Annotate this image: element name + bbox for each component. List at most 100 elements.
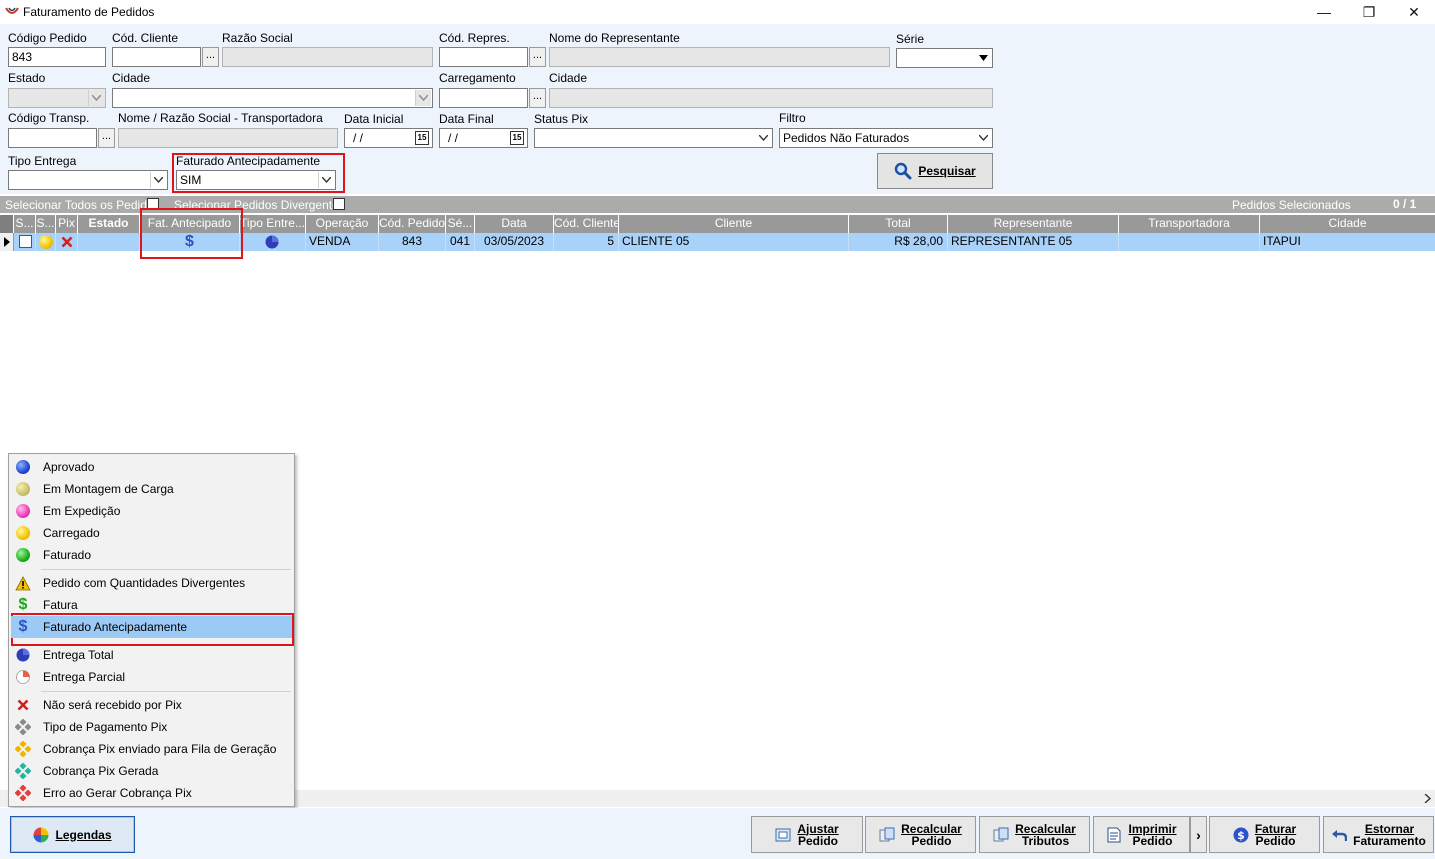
legend-item-faturado-antecipadamente[interactable]: $ Faturado Antecipadamente [11,616,292,638]
window-title: Faturamento de Pedidos [23,5,155,19]
color-wheel-icon [33,827,49,842]
tipo-entrega-select[interactable] [8,170,168,190]
legend-item-entrega-total[interactable]: Entrega Total [11,644,292,666]
pie-partial-icon [16,670,30,684]
legend-item-em-expedicao[interactable]: Em Expedição [11,500,292,522]
chevron-down-icon [150,172,166,188]
recalcular-tributos-button[interactable]: Recalcular Tributos [979,816,1090,853]
legend-item-pix-erro[interactable]: Erro ao Gerar Cobrança Pix [11,782,292,804]
recalcular-pedido-button[interactable]: Recalcular Pedido [865,816,976,853]
adjust-icon [775,828,791,841]
faturado-antecip-value: SIM [180,173,202,187]
row-select-cell[interactable] [14,233,36,251]
col-header-cidade[interactable]: Cidade [1260,215,1435,233]
legend-item-pix-gerada[interactable]: Cobrança Pix Gerada [11,760,292,782]
codigo-transp-label: Código Transp. [8,111,90,125]
tipo-entrega-label: Tipo Entrega [8,154,77,168]
col-header-cod-pedido[interactable]: Cód. Pedido [379,215,446,233]
legend-item-faturado[interactable]: Faturado [11,544,292,566]
col-header-status[interactable]: S... [36,215,56,233]
col-header-select[interactable]: S... [14,215,36,233]
cod-cliente-label: Cód. Cliente [112,31,179,45]
legend-item-divergentes[interactable]: Pedido com Quantidades Divergentes [11,572,292,594]
cod-repres-input[interactable] [439,47,528,67]
legend-item-entrega-parcial[interactable]: Entrega Parcial [11,666,292,688]
serie-select[interactable] [896,48,993,68]
col-header-serie[interactable]: Sé... [446,215,475,233]
recalculate-icon [993,827,1009,841]
razao-social-field [222,47,433,67]
legendas-button[interactable]: Legendas [10,816,135,853]
calendar-icon[interactable]: 15 [415,131,429,145]
legend-item-em-montagem[interactable]: Em Montagem de Carga [11,478,292,500]
col-header-representante[interactable]: Representante [948,215,1119,233]
row-select-checkbox[interactable] [19,235,32,248]
legend-label: Entrega Total [43,648,114,662]
ajustar-pedido-button[interactable]: Ajustar Pedido [751,816,863,853]
legend-label: Erro ao Gerar Cobrança Pix [43,786,192,800]
ajustar-label-2: Pedido [797,833,838,848]
carregamento-search-button[interactable]: ... [529,88,546,108]
row-tipo-entrega-cell [240,233,306,251]
faturar-label-2: Pedido [1255,833,1296,848]
row-cliente: CLIENTE 05 [619,233,849,251]
maximize-button[interactable]: ❐ [1346,0,1392,24]
status-pix-select[interactable] [534,128,773,148]
legend-item-tipo-pix[interactable]: Tipo de Pagamento Pix [11,716,292,738]
cod-cliente-input[interactable] [112,47,201,67]
estado-select[interactable] [8,88,106,108]
codigo-transp-input[interactable] [8,128,97,148]
minimize-button[interactable]: — [1301,0,1347,24]
chevron-down-icon [88,90,104,106]
codigo-pedido-input[interactable]: 843 [8,47,106,67]
scroll-right-icon[interactable] [1424,794,1432,803]
col-header-pix[interactable]: Pix [56,215,78,233]
row-estado-cell [78,233,140,251]
data-inicial-label: Data Inicial [344,112,404,126]
pie-full-icon [16,648,30,662]
data-final-input[interactable]: / / 15 [439,128,528,148]
legend-item-nao-pix[interactable]: Não será recebido por Pix [11,694,292,716]
select-divergent-checkbox[interactable] [333,198,345,210]
legend-label: Em Expedição [43,504,121,518]
cod-repres-search-button[interactable]: ... [529,47,546,67]
recalc-pedido-label-1: Recalcular [901,821,962,836]
carregamento-input[interactable] [439,88,528,108]
col-header-cod-cliente[interactable]: Cód. Cliente [554,215,619,233]
close-button[interactable]: ✕ [1391,0,1435,24]
blue-dot-icon [16,460,30,474]
pesquisar-button[interactable]: Pesquisar [877,153,993,189]
col-header-transportadora[interactable]: Transportadora [1119,215,1260,233]
cidade-select[interactable] [112,88,433,108]
imprimir-label-1: Imprimir [1128,821,1177,836]
data-inicial-input[interactable]: / / 15 [344,128,433,148]
imprimir-pedido-button[interactable]: Imprimir Pedido [1093,816,1190,853]
col-header-cliente[interactable]: Cliente [619,215,849,233]
imprimir-label-2: Pedido [1132,833,1173,848]
imprimir-more-button[interactable]: › [1190,816,1207,853]
calendar-icon[interactable]: 15 [510,131,524,145]
pesquisar-label: Pesquisar [918,164,976,178]
faturado-antecip-select[interactable]: SIM [176,170,336,190]
nome-transp-field [118,128,338,148]
col-header-operacao[interactable]: Operação [306,215,379,233]
chevron-down-icon [755,130,771,146]
faturar-pedido-button[interactable]: $ Faturar Pedido [1209,816,1320,853]
nome-representante-label: Nome do Representante [549,31,680,45]
legend-item-pix-fila[interactable]: Cobrança Pix enviado para Fila de Geraçã… [11,738,292,760]
legend-label: Pedido com Quantidades Divergentes [43,576,246,590]
row-cidade: ITAPUI [1263,234,1301,248]
codigo-transp-search-button[interactable]: ... [98,128,115,148]
col-header-data[interactable]: Data [475,215,554,233]
col-header-total[interactable]: Total [849,215,948,233]
legend-item-aprovado[interactable]: Aprovado [11,456,292,478]
legend-item-carregado[interactable]: Carregado [11,522,292,544]
filtro-select[interactable]: Pedidos Não Faturados [779,128,993,148]
red-pix-icon [15,785,31,801]
estornar-faturamento-button[interactable]: Estornar Faturamento [1323,816,1434,853]
legend-label: Cobrança Pix Gerada [43,764,159,778]
cod-cliente-search-button[interactable]: ... [202,47,219,67]
col-header-estado[interactable]: Estado [78,215,140,233]
legend-label: Faturado [43,548,92,562]
col-header-tipo-entrega[interactable]: Tipo Entre... [240,215,306,233]
